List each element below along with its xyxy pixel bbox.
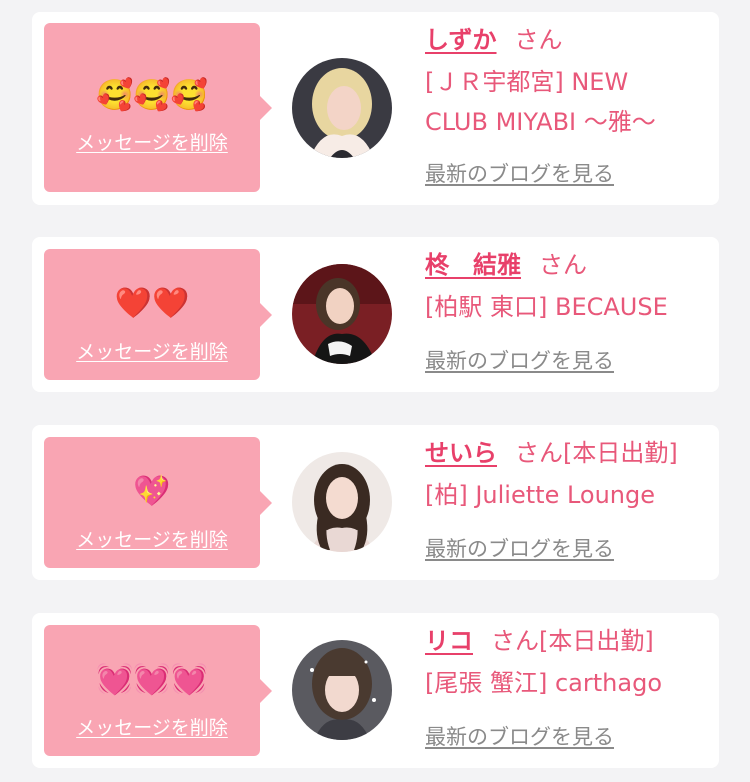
shop-line: [柏] Juliette Lounge xyxy=(425,481,656,509)
latest-blog-link[interactable]: 最新のブログを見る xyxy=(425,347,614,375)
delete-message-link[interactable]: メッセージを削除 xyxy=(44,528,260,552)
girl-name-link[interactable]: リコ xyxy=(425,627,473,655)
message-card: 🥰🥰🥰 メッセージを削除 しずか さん [ＪＲ宇都宮] NEW CLUB MIYA… xyxy=(32,12,719,205)
shop-line: [尾張 蟹江] carthago xyxy=(425,669,662,697)
name-line: リコ さん[本日出勤] xyxy=(425,625,711,657)
girl-info: しずか さん [ＪＲ宇都宮] NEW CLUB MIYABI 〜雅〜 xyxy=(425,24,711,142)
attendance-status: [本日出勤] xyxy=(563,439,678,467)
delete-message-link[interactable]: メッセージを削除 xyxy=(44,131,260,155)
message-bubble: 💓💓💓 メッセージを削除 xyxy=(44,625,272,756)
honorific: さん xyxy=(515,439,563,467)
honorific: さん xyxy=(491,627,539,655)
honorific: さん xyxy=(514,26,563,54)
message-bubble: 🥰🥰🥰 メッセージを削除 xyxy=(44,23,272,192)
delete-message-link[interactable]: メッセージを削除 xyxy=(44,340,260,364)
message-list: 🥰🥰🥰 メッセージを削除 しずか さん [ＪＲ宇都宮] NEW CLUB MIYA… xyxy=(0,0,750,782)
honorific: さん xyxy=(539,251,587,279)
shop-name: [柏] Juliette Lounge xyxy=(425,475,711,515)
message-emoji: 💖 xyxy=(133,474,171,509)
girl-info: リコ さん[本日出勤] [尾張 蟹江] carthago xyxy=(425,625,711,703)
message-emoji: 🥰🥰🥰 xyxy=(95,78,209,113)
name-line: 柊 結雅 さん xyxy=(425,249,711,281)
message-card: 💖 メッセージを削除 せいら さん[本日出勤] [柏] Juliette Loun… xyxy=(32,425,719,580)
delete-message-link[interactable]: メッセージを削除 xyxy=(44,716,260,740)
name-line: しずか さん xyxy=(425,24,711,56)
latest-blog-link[interactable]: 最新のブログを見る xyxy=(425,723,614,751)
shop-line: [柏駅 東口] BECAUSE xyxy=(425,293,668,321)
girl-name-link[interactable]: せいら xyxy=(425,439,497,467)
avatar[interactable] xyxy=(292,264,392,364)
latest-blog-link[interactable]: 最新のブログを見る xyxy=(425,535,614,563)
attendance-status: [本日出勤] xyxy=(539,627,654,655)
shop-line: [ＪＲ宇都宮] NEW xyxy=(425,68,629,96)
message-emoji: 💓💓💓 xyxy=(95,662,209,697)
girl-name-link[interactable]: 柊 結雅 xyxy=(425,251,521,279)
message-card: 💓💓💓 メッセージを削除 リコ さん[本日出勤] [尾張 蟹江] carthago xyxy=(32,613,719,768)
girl-info: せいら さん[本日出勤] [柏] Juliette Lounge xyxy=(425,437,711,515)
avatar[interactable] xyxy=(292,640,392,740)
message-card: ❤️❤️ メッセージを削除 柊 結雅 さん [柏駅 東口] BECAUSE 最新の… xyxy=(32,237,719,392)
shop-name: [尾張 蟹江] carthago xyxy=(425,663,711,703)
message-bubble: 💖 メッセージを削除 xyxy=(44,437,272,568)
shop-line: CLUB MIYABI 〜雅〜 xyxy=(425,108,656,136)
girl-name-link[interactable]: しずか xyxy=(425,26,497,54)
message-bubble: ❤️❤️ メッセージを削除 xyxy=(44,249,272,380)
name-line: せいら さん[本日出勤] xyxy=(425,437,711,469)
avatar[interactable] xyxy=(292,58,392,158)
girl-info: 柊 結雅 さん [柏駅 東口] BECAUSE xyxy=(425,249,711,327)
avatar[interactable] xyxy=(292,452,392,552)
latest-blog-link[interactable]: 最新のブログを見る xyxy=(425,160,614,188)
message-emoji: ❤️❤️ xyxy=(114,286,190,321)
shop-name: [柏駅 東口] BECAUSE xyxy=(425,287,711,327)
shop-name: [ＪＲ宇都宮] NEW CLUB MIYABI 〜雅〜 xyxy=(425,62,711,142)
